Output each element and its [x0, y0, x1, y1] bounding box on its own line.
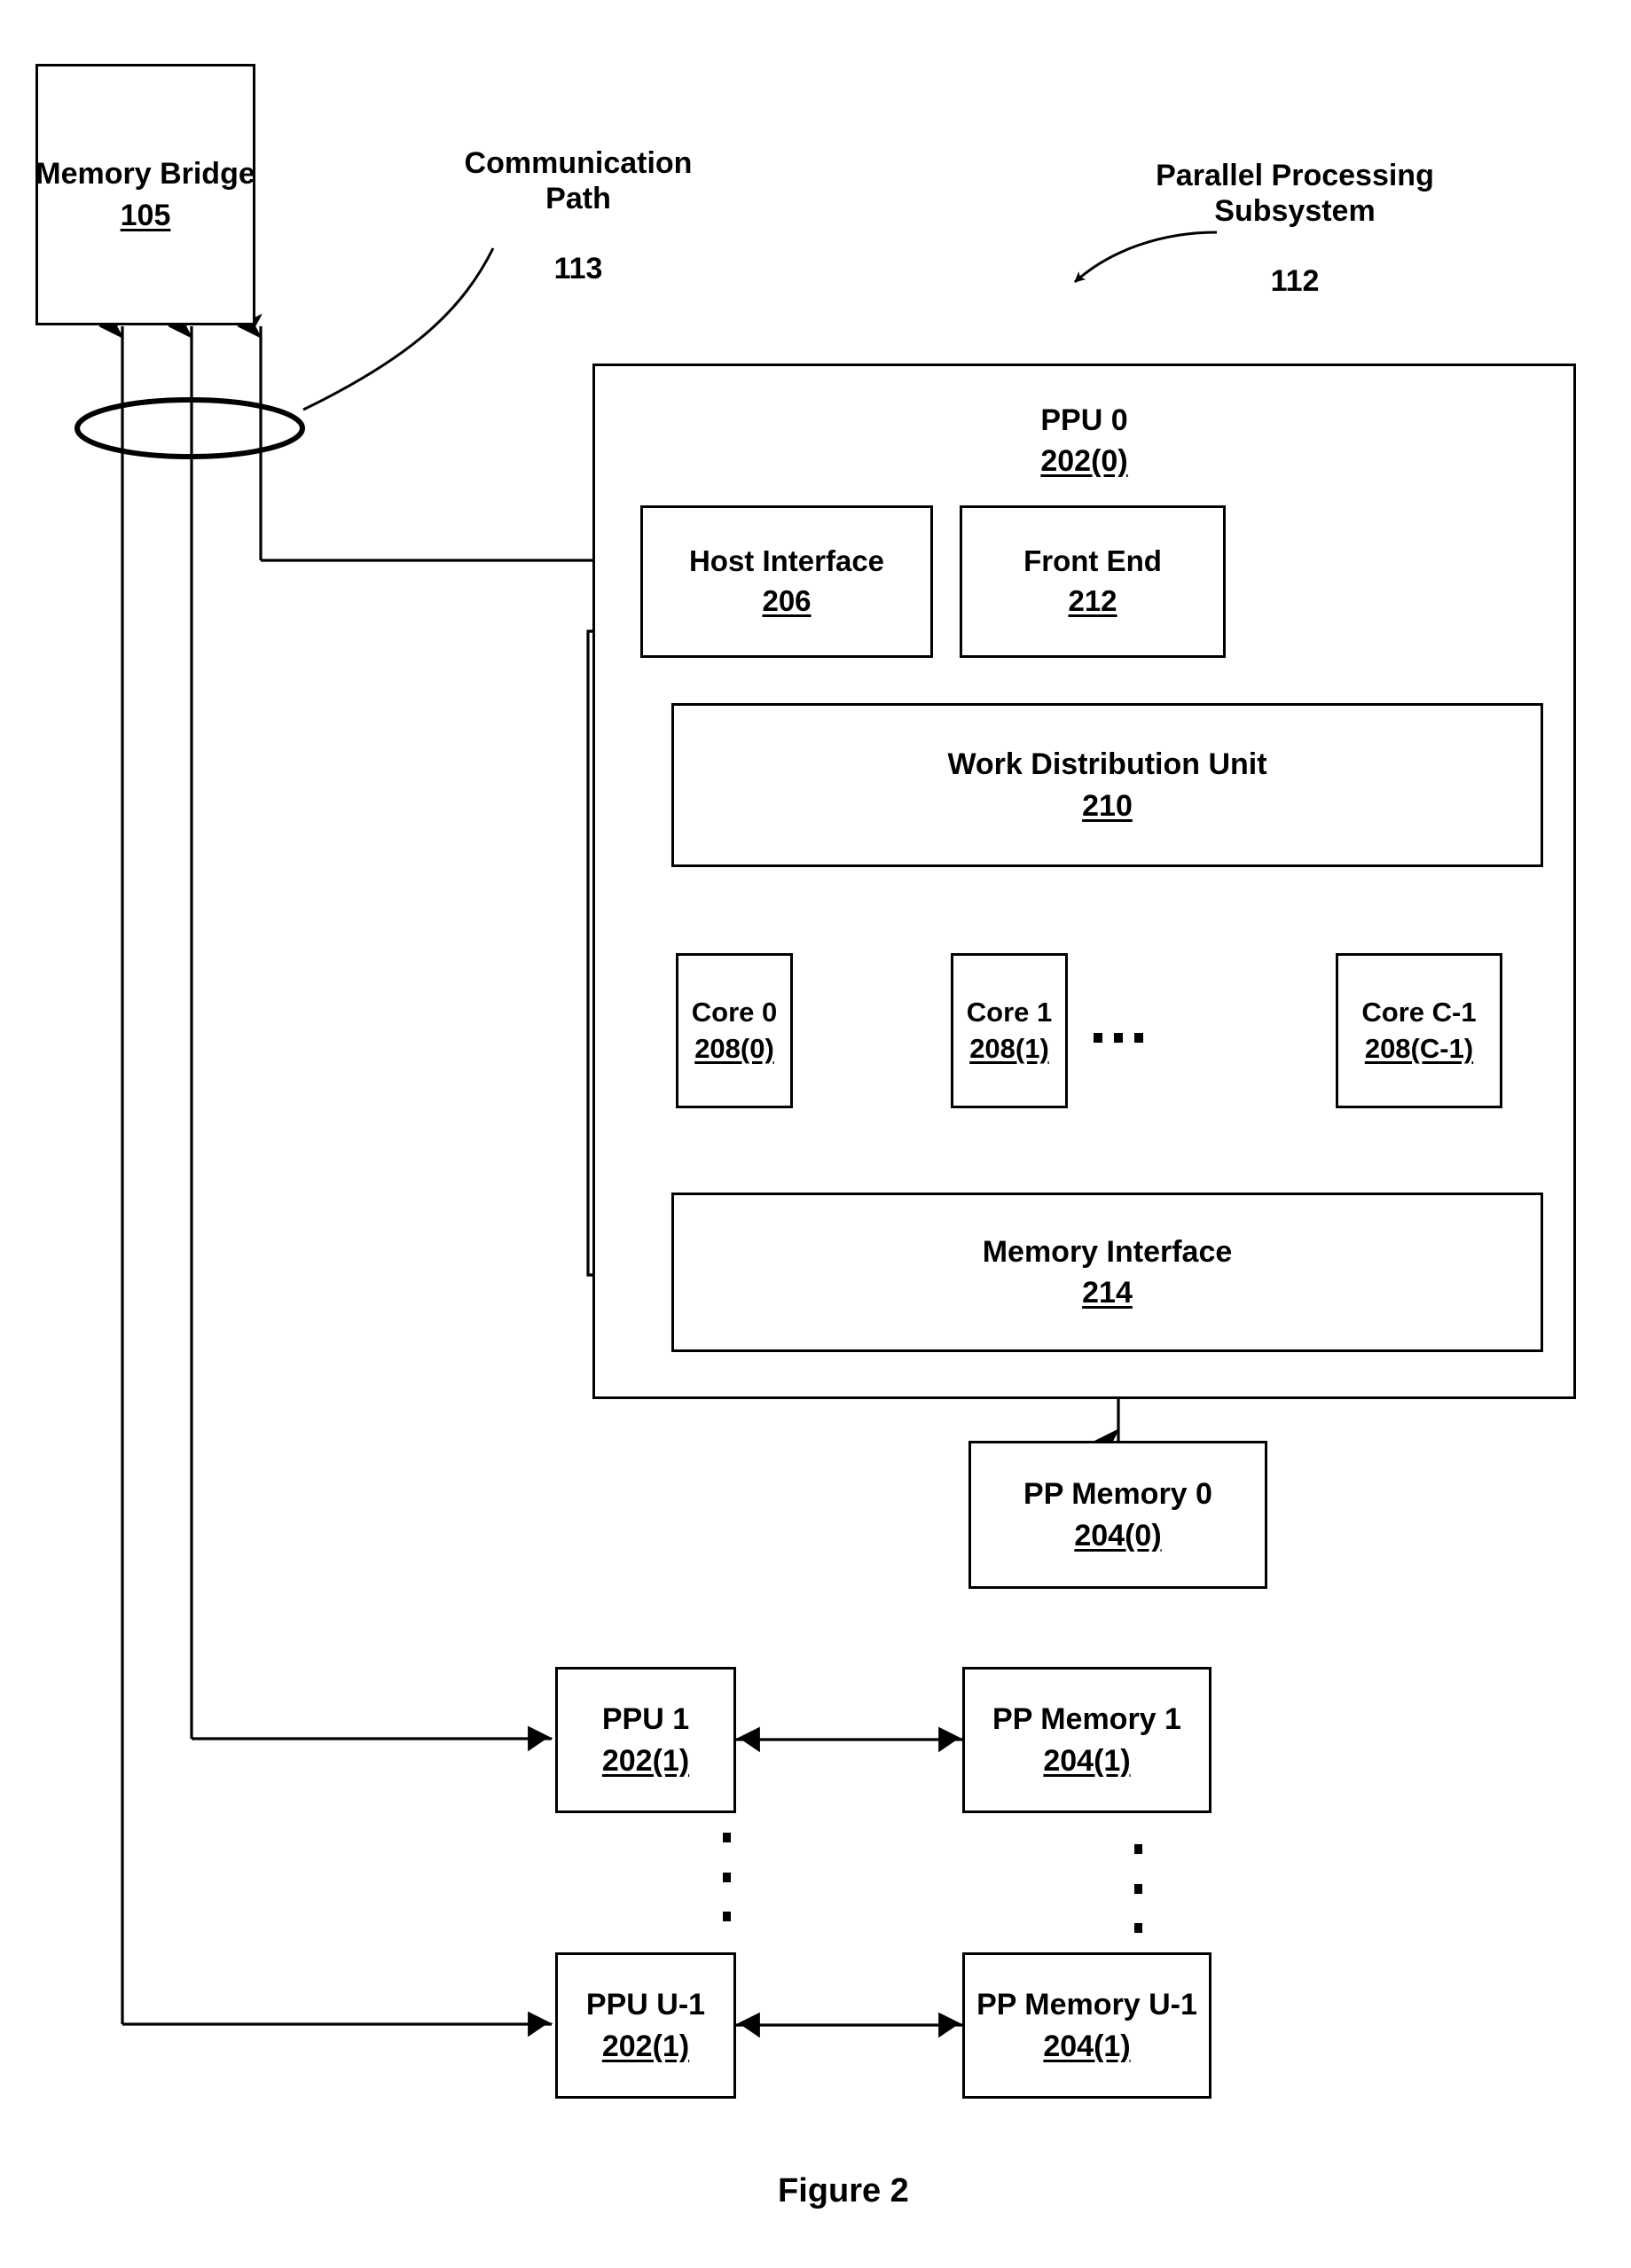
ellipsis-dot [1134, 1033, 1143, 1043]
pp-memory-u-1-number: 204(1) [1043, 2029, 1131, 2063]
ppu-column-ellipsis [722, 1833, 731, 1921]
communication-path-name: Communication Path [464, 146, 693, 215]
ppu0-number: 202(0) [1040, 444, 1128, 479]
core-1-box[interactable]: Core 1 208(1) [951, 953, 1068, 1108]
ellipsis-dot [1133, 1883, 1142, 1894]
memory-bridge-number: 105 [120, 198, 171, 232]
pp-memory-0-number: 204(0) [1074, 1518, 1162, 1552]
memory-interface-box[interactable]: Memory Interface 214 [671, 1193, 1543, 1352]
work-distribution-unit-title: Work Distribution Unit [947, 747, 1267, 782]
patent-figure-2: Memory Bridge 105 PPU 0 202(0) Host Inte… [0, 0, 1631, 2268]
pp-memory-1-box[interactable]: PP Memory 1 204(1) [962, 1667, 1211, 1813]
pp-memory-column-ellipsis [1133, 1844, 1142, 1933]
parallel-processing-subsystem-label: Parallel Processing Subsystem 112 [1078, 124, 1512, 299]
core-0-title: Core 0 [691, 996, 778, 1028]
figure-caption: Figure 2 [778, 2172, 909, 2209]
parallel-processing-subsystem-name: Parallel Processing Subsystem [1156, 159, 1434, 228]
ppu-1-title: PPU 1 [601, 1702, 690, 1737]
front-end-title: Front End [1023, 544, 1162, 578]
ellipsis-dot [722, 1872, 731, 1882]
ellipsis-dot [1094, 1033, 1102, 1043]
memory-bridge-box[interactable]: Memory Bridge 105 [35, 64, 255, 325]
ellipsis-dot [722, 1912, 731, 1921]
front-end-number: 212 [1068, 584, 1117, 617]
pp-memory-1-title: PP Memory 1 [992, 1702, 1181, 1737]
parallel-processing-subsystem-number: 112 [1270, 263, 1320, 298]
core-c-1-box[interactable]: Core C-1 208(C-1) [1336, 953, 1502, 1108]
pp-memory-u-1-box[interactable]: PP Memory U-1 204(1) [962, 1952, 1211, 2099]
ellipsis-dot [1114, 1033, 1123, 1043]
pp-memory-1-number: 204(1) [1043, 1743, 1131, 1778]
ppu-u-1-box[interactable]: PPU U-1 202(1) [555, 1952, 736, 2099]
host-interface-title: Host Interface [688, 544, 885, 578]
memory-bridge-title: Memory Bridge [35, 157, 255, 192]
pp-memory-u-1-title: PP Memory U-1 [976, 1988, 1197, 2022]
core-0-number: 208(0) [694, 1032, 774, 1064]
pp-memory-0-box[interactable]: PP Memory 0 204(0) [968, 1441, 1267, 1589]
ppu-u-1-title: PPU U-1 [585, 1988, 706, 2022]
memory-interface-title: Memory Interface [982, 1234, 1233, 1269]
ppu-1-box[interactable]: PPU 1 202(1) [555, 1667, 736, 1813]
core-1-title: Core 1 [966, 996, 1053, 1028]
core-1-number: 208(1) [969, 1032, 1049, 1064]
communication-path-label: Communication Path 113 [401, 112, 756, 286]
pp-memory-0-title: PP Memory 0 [1023, 1477, 1212, 1512]
memory-interface-number: 214 [1082, 1276, 1133, 1310]
ppu0-title: PPU 0 [1040, 403, 1128, 437]
ellipsis-dot [1133, 1923, 1142, 1933]
ellipsis-dot [1133, 1844, 1142, 1854]
core-c-1-title: Core C-1 [1361, 996, 1477, 1028]
core-0-box[interactable]: Core 0 208(0) [676, 953, 793, 1108]
ellipsis-dot [722, 1833, 731, 1842]
ppu-u-1-number: 202(1) [601, 2029, 690, 2063]
host-interface-box[interactable]: Host Interface 206 [640, 505, 933, 658]
host-interface-number: 206 [762, 584, 812, 617]
communication-path-number: 113 [553, 251, 603, 285]
communication-bus-ellipse [74, 397, 305, 459]
core-c-1-number: 208(C-1) [1364, 1032, 1474, 1064]
cores-ellipsis [1094, 1033, 1143, 1043]
ppu-1-number: 202(1) [601, 1743, 690, 1778]
front-end-box[interactable]: Front End 212 [960, 505, 1226, 658]
work-distribution-unit-number: 210 [1082, 788, 1133, 823]
work-distribution-unit-box[interactable]: Work Distribution Unit 210 [671, 703, 1543, 867]
